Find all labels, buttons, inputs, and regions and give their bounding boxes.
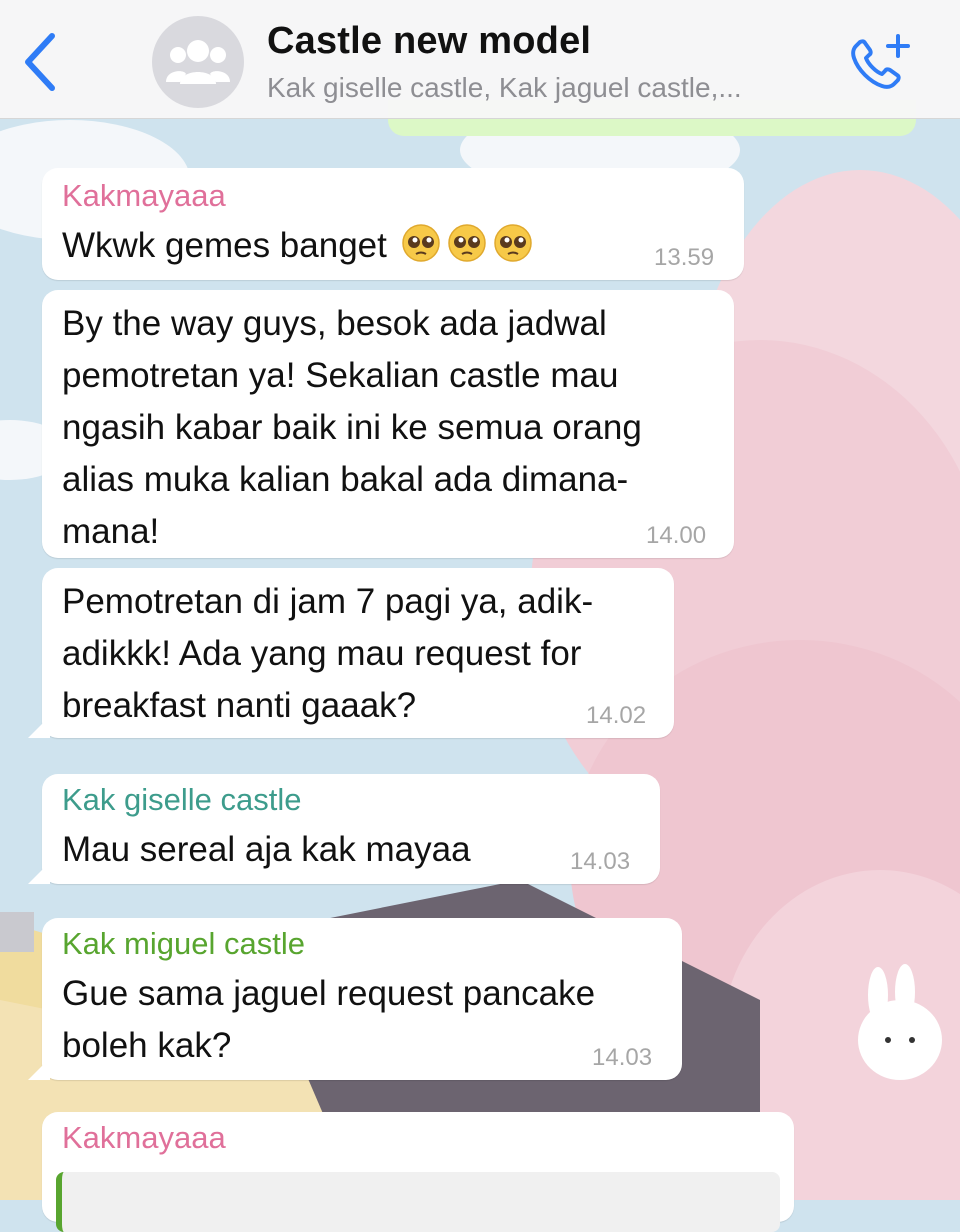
message-text: Gue sama jaguel request pancake boleh ka… <box>62 974 596 1065</box>
group-avatar[interactable] <box>152 16 244 108</box>
back-button[interactable] <box>18 30 68 94</box>
chevron-left-icon <box>25 33 55 91</box>
message-sender[interactable]: Kak miguel castle <box>62 926 305 962</box>
message-time: 14.03 <box>570 848 631 875</box>
pleading-face-icon <box>494 224 532 262</box>
message-sender[interactable]: Kak giselle castle <box>62 782 302 818</box>
group-icon <box>166 40 230 84</box>
message-bubble[interactable]: Pemotretan di jam 7 pagi ya, adik- adikk… <box>28 568 674 738</box>
message-time: 14.02 <box>586 702 647 729</box>
chat-participants[interactable]: Kak giselle castle, Kak jaguel castle,..… <box>267 72 742 104</box>
quoted-reply[interactable] <box>56 1172 780 1232</box>
message-text: Pemotretan di jam 7 pagi ya, adik- adikk… <box>62 582 594 725</box>
add-call-icon <box>851 34 910 89</box>
message-sender[interactable]: Kakmayaaa <box>62 1120 226 1156</box>
pleading-face-icon <box>402 224 440 262</box>
message-text: By the way guys, besok ada jadwal pemotr… <box>62 304 642 551</box>
message-bubble[interactable]: Kak miguel castle Gue sama jaguel reques… <box>28 918 682 1080</box>
message-text-content: Wkwk gemes banget <box>62 226 387 265</box>
pleading-face-icon <box>448 224 486 262</box>
message-time: 14.00 <box>646 522 707 549</box>
message-bubble[interactable]: Kakmayaaa Wkwk gemes banget 13.59 <box>42 168 744 280</box>
add-call-button[interactable] <box>846 30 916 96</box>
message-sender[interactable]: Kakmayaaa <box>62 178 226 214</box>
message-time: 13.59 <box>654 244 715 271</box>
message-text: Wkwk gemes banget <box>62 220 533 272</box>
message-time: 14.03 <box>592 1044 653 1071</box>
message-bubble[interactable]: Kakmayaaa <box>42 1112 794 1232</box>
message-text: Mau sereal aja kak mayaa <box>62 830 471 869</box>
chat-title[interactable]: Castle new model <box>267 20 591 63</box>
message-bubble[interactable]: Kak giselle castle Mau sereal aja kak ma… <box>28 774 660 884</box>
message-bubble[interactable]: By the way guys, besok ada jadwal pemotr… <box>42 290 734 558</box>
chat-header: Castle new model Kak giselle castle, Kak… <box>0 0 960 119</box>
